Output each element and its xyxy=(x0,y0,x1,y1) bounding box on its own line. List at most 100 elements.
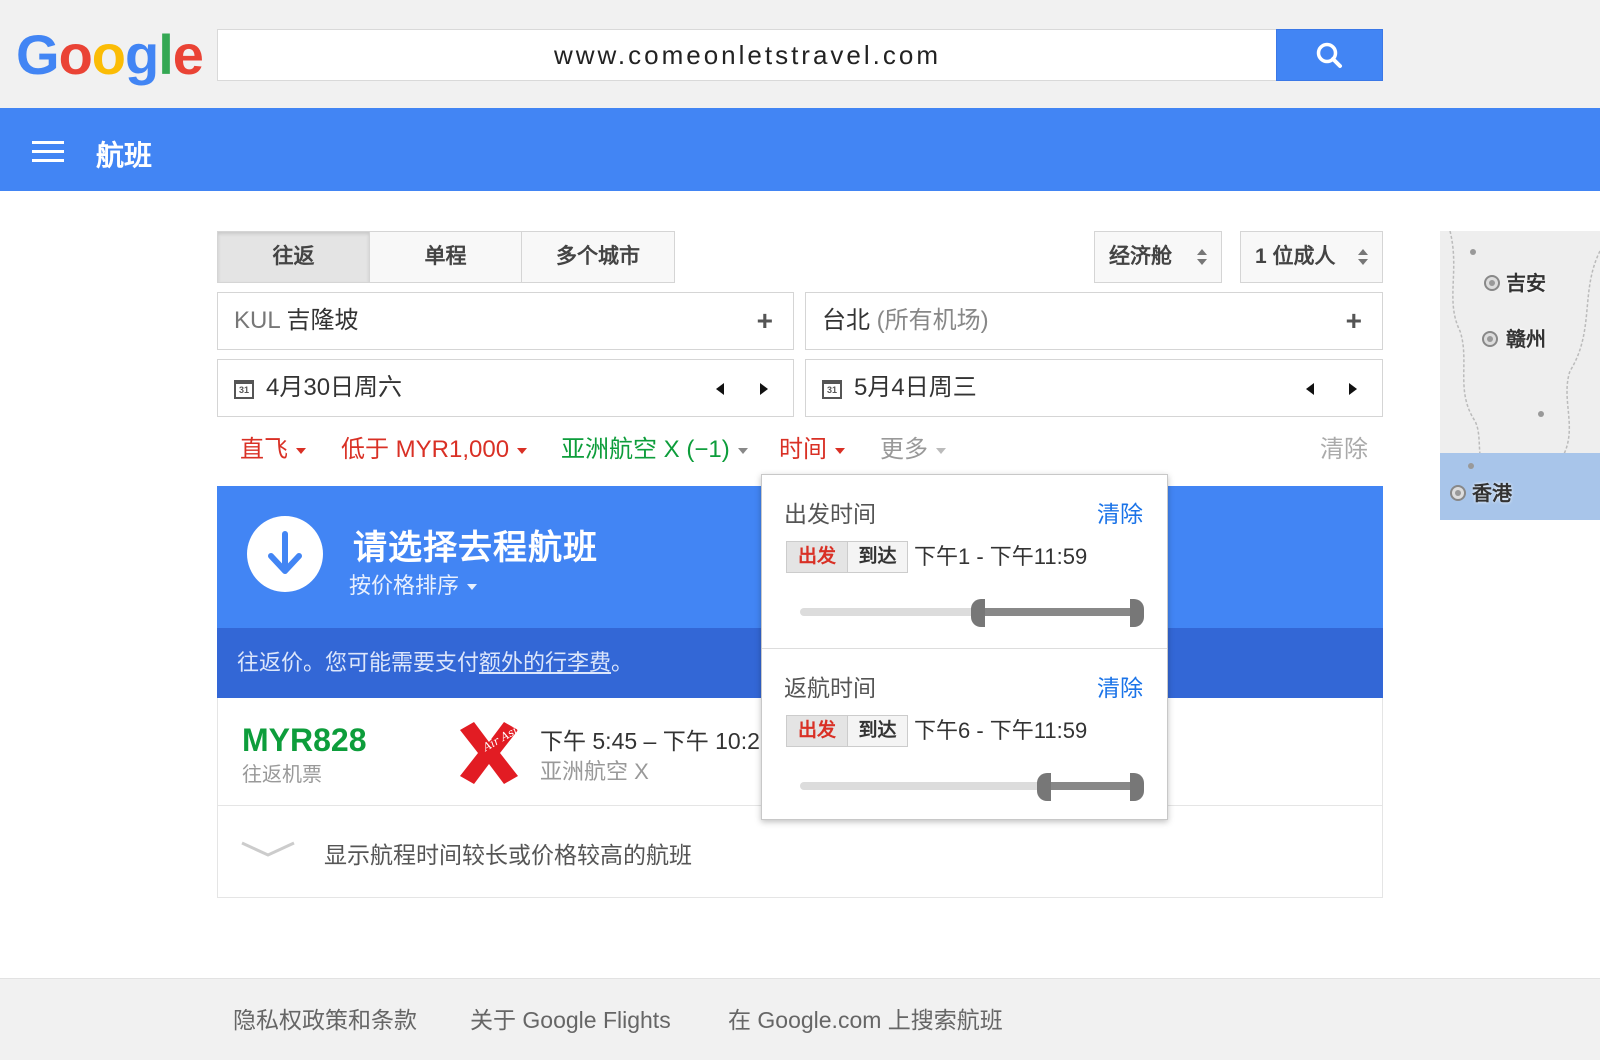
flight-times: 下午 5:45 – 下午 10:2 xyxy=(540,728,760,754)
toggle-depart[interactable]: 出发 xyxy=(787,716,847,746)
filter-price[interactable]: 低于 MYR1,000 xyxy=(341,434,528,466)
chevron-down-icon xyxy=(241,841,295,857)
filter-airline-label: 亚洲航空 X (−1) xyxy=(561,436,730,463)
destination-city: 台北 xyxy=(822,307,870,334)
toggle-arrive[interactable]: 到达 xyxy=(847,542,907,572)
origin-city: 吉隆坡 xyxy=(286,307,359,334)
top-bar: Google www.comeonletstravel.com xyxy=(0,0,1600,108)
return-date-field[interactable]: 31 5月4日周三 xyxy=(805,359,1383,417)
chevron-down-icon xyxy=(835,447,845,454)
sort-label: 按价格排序 xyxy=(349,573,460,598)
map-label-hongkong: 香港 xyxy=(1472,483,1512,505)
calendar-icon: 31 xyxy=(234,380,254,399)
logo-letter: e xyxy=(172,23,204,86)
depart-arrive-toggle: 出发 到达 xyxy=(786,541,908,573)
calendar-icon: 31 xyxy=(822,380,842,399)
map-city-marker[interactable] xyxy=(1450,485,1466,501)
filter-price-label: 低于 MYR1,000 xyxy=(341,436,510,463)
filter-time-label: 时间 xyxy=(779,436,827,463)
destination-hint: (所有机场) xyxy=(876,307,989,334)
origin-code: KUL xyxy=(234,307,280,334)
price-note-text: 往返价。您可能需要支付 xyxy=(237,650,480,675)
hamburger-menu-icon[interactable] xyxy=(32,141,64,163)
filter-airline[interactable]: 亚洲航空 X (−1) xyxy=(561,434,748,466)
footer: 隐私权政策和条款 关于 Google Flights 在 Google.com … xyxy=(0,978,1600,1060)
return-time-slider[interactable] xyxy=(800,773,1144,801)
app-title: 航班 xyxy=(96,140,153,171)
depart-time-section: 出发时间 清除 出发 到达 下午1 - 下午11:59 xyxy=(762,475,1167,647)
search-google-link[interactable]: 在 Google.com 上搜索航班 xyxy=(728,1001,1003,1035)
next-date-icon[interactable] xyxy=(760,383,768,395)
app-bar: 航班 xyxy=(0,108,1600,191)
up-down-arrows-icon xyxy=(1358,249,1368,265)
cabin-select-label: 经济舱 xyxy=(1109,245,1172,268)
add-destination-icon[interactable]: + xyxy=(1346,293,1362,349)
depart-time-title: 出发时间 xyxy=(784,501,876,527)
logo-letter: o xyxy=(91,23,126,86)
logo-letter: g xyxy=(125,23,159,86)
next-date-icon[interactable] xyxy=(1349,383,1357,395)
tab-round-trip[interactable]: 往返 xyxy=(218,232,370,282)
map-city-marker[interactable] xyxy=(1482,331,1498,347)
trip-type-tabs: 往返 单程 多个城市 xyxy=(217,231,675,283)
flight-price: MYR828 xyxy=(242,722,367,758)
filter-nonstop[interactable]: 直飞 xyxy=(240,434,306,466)
about-link[interactable]: 关于 Google Flights xyxy=(470,1001,671,1035)
destination-field[interactable]: 台北 (所有机场) + xyxy=(805,292,1383,350)
prev-date-icon[interactable] xyxy=(716,383,724,395)
slider-fill xyxy=(1051,782,1130,790)
chevron-down-icon xyxy=(936,447,946,454)
filter-clear-button[interactable]: 清除 xyxy=(1320,434,1368,466)
search-input[interactable]: www.comeonletstravel.com xyxy=(217,29,1277,81)
map-point xyxy=(1468,463,1474,469)
map-preview[interactable]: 吉安 赣州 香港 xyxy=(1440,231,1600,520)
chevron-down-icon xyxy=(737,447,748,454)
return-time-section: 返航时间 清除 出发 到达 下午6 - 下午11:59 xyxy=(762,648,1167,820)
show-more-flights-label: 显示航程时间较长或价格较高的航班 xyxy=(324,842,692,868)
logo-letter: o xyxy=(58,23,93,86)
slider-end-handle[interactable] xyxy=(1130,599,1144,627)
toggle-depart[interactable]: 出发 xyxy=(787,542,847,572)
map-city-marker[interactable] xyxy=(1484,275,1500,291)
price-note-end: 。 xyxy=(611,650,634,675)
depart-arrive-toggle: 出发 到达 xyxy=(786,715,908,747)
flight-airline: 亚洲航空 X xyxy=(540,759,649,784)
search-button[interactable] xyxy=(1276,29,1383,81)
map-label-ganzhou: 赣州 xyxy=(1506,329,1546,351)
chevron-down-icon xyxy=(296,447,306,454)
depart-time-clear-button[interactable]: 清除 xyxy=(1097,495,1143,529)
search-input-value: www.comeonletstravel.com xyxy=(554,40,941,70)
return-time-title: 返航时间 xyxy=(784,675,876,701)
up-down-arrows-icon xyxy=(1197,249,1207,265)
slider-end-handle[interactable] xyxy=(1130,773,1144,801)
add-origin-icon[interactable]: + xyxy=(757,293,773,349)
slider-start-handle[interactable] xyxy=(1037,773,1051,801)
time-filter-popup: 出发时间 清除 出发 到达 下午1 - 下午11:59 返航时间 清除 出发 到… xyxy=(761,474,1168,820)
depart-time-slider[interactable] xyxy=(800,599,1144,627)
toggle-arrive[interactable]: 到达 xyxy=(847,716,907,746)
passengers-select-label: 1 位成人 xyxy=(1255,245,1336,268)
sort-dropdown[interactable]: 按价格排序 xyxy=(349,568,478,600)
flight-price-type: 往返机票 xyxy=(242,764,322,786)
return-time-range: 下午6 - 下午11:59 xyxy=(914,718,1088,743)
filter-more[interactable]: 更多 xyxy=(880,434,946,466)
filter-time[interactable]: 时间 xyxy=(779,434,845,466)
chevron-down-icon xyxy=(467,584,478,591)
return-date-value: 5月4日周三 xyxy=(854,374,977,401)
depart-date-value: 4月30日周六 xyxy=(266,374,403,401)
prev-date-icon[interactable] xyxy=(1306,383,1314,395)
tab-multi-city[interactable]: 多个城市 xyxy=(522,232,674,282)
origin-field[interactable]: KUL 吉隆坡 + xyxy=(217,292,794,350)
google-logo[interactable]: Google xyxy=(16,22,204,87)
depart-date-field[interactable]: 31 4月30日周六 xyxy=(217,359,794,417)
passengers-select[interactable]: 1 位成人 xyxy=(1240,231,1383,283)
baggage-fee-link[interactable]: 额外的行李费 xyxy=(479,650,611,675)
tab-one-way[interactable]: 单程 xyxy=(370,232,522,282)
logo-letter: G xyxy=(16,23,60,86)
airasia-x-logo-icon: Air Asia xyxy=(460,721,522,784)
cabin-select[interactable]: 经济舱 xyxy=(1094,231,1222,283)
privacy-link[interactable]: 隐私权政策和条款 xyxy=(233,1001,417,1035)
slider-fill xyxy=(984,608,1130,616)
slider-start-handle[interactable] xyxy=(970,599,985,627)
return-time-clear-button[interactable]: 清除 xyxy=(1097,669,1143,703)
